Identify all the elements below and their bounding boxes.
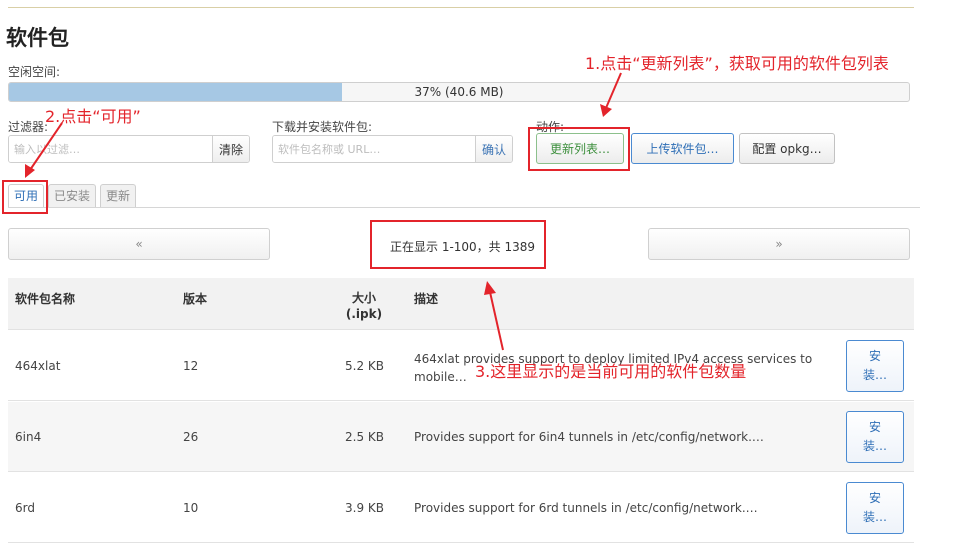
annotation-arrows — [25, 72, 622, 351]
arrow-step3-shaft — [489, 291, 504, 351]
arrow-step2-shaft — [29, 122, 63, 171]
arrow-step3-head — [484, 281, 496, 295]
arrow-step1-shaft — [605, 72, 622, 109]
